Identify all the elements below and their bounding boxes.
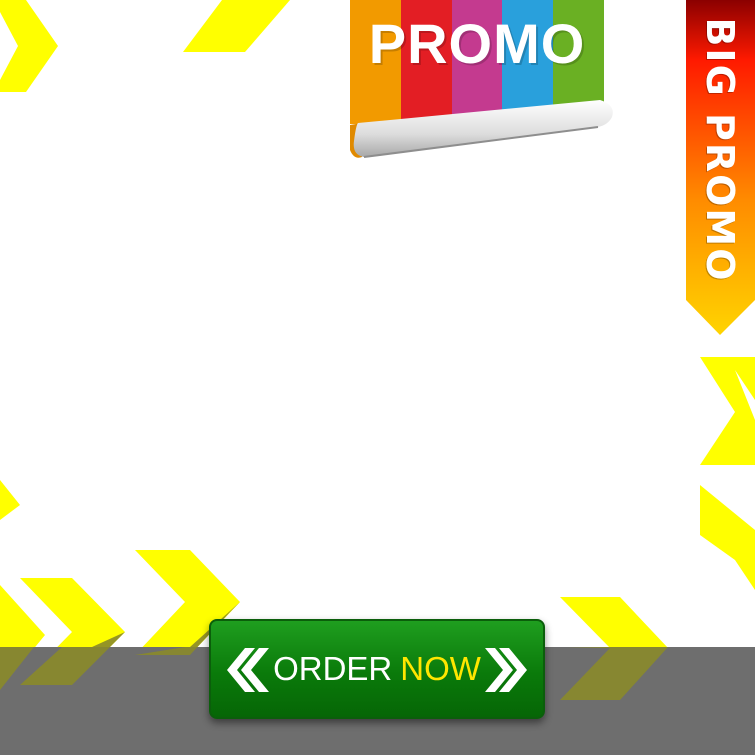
ribbon-label: BIG PROMO bbox=[698, 17, 742, 283]
chevron-icon bbox=[560, 647, 668, 700]
double-chevron-right-icon bbox=[485, 648, 527, 692]
now-word: NOW bbox=[400, 650, 481, 687]
big-promo-ribbon: BIG PROMO bbox=[686, 0, 755, 335]
chevron-icon bbox=[20, 632, 125, 685]
promo-frame: PROMO BIG PROMO ORDER NOW bbox=[0, 0, 755, 755]
promo-banner: PROMO bbox=[350, 0, 615, 165]
order-now-button[interactable]: ORDER NOW bbox=[209, 619, 545, 719]
paper-roll-icon bbox=[350, 100, 613, 158]
order-word: ORDER bbox=[273, 650, 393, 687]
promo-title: PROMO bbox=[368, 12, 586, 75]
